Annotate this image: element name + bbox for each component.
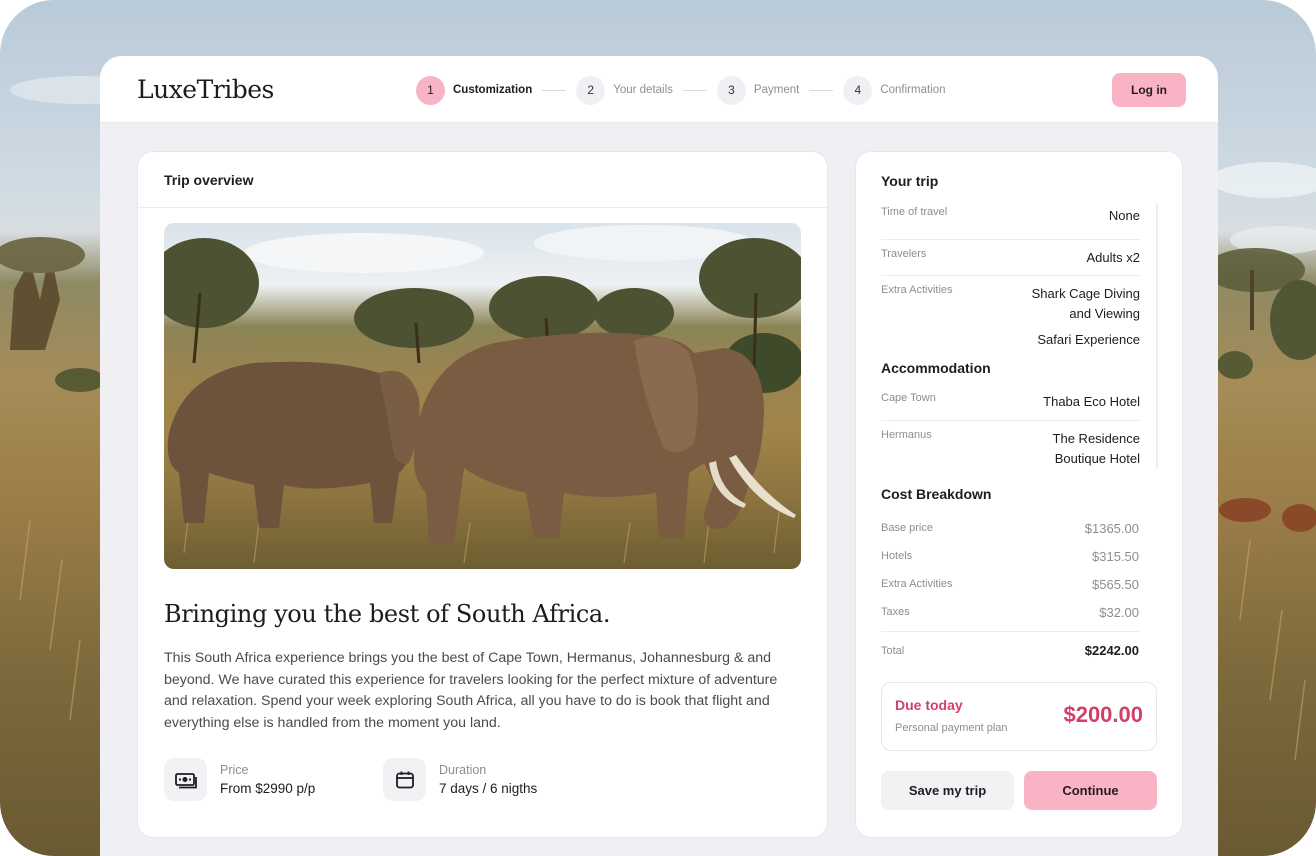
cost-value: $315.50	[1092, 548, 1139, 564]
step-connector	[542, 89, 567, 91]
step-connector	[682, 89, 707, 91]
cost-row: Taxes $32.00	[881, 598, 1139, 626]
accommodation-title: Accommodation	[881, 360, 991, 376]
scrollbar-track[interactable]	[1156, 204, 1158, 468]
accommodation-list: Cape Town Thaba Eco Hotel Hermanus The R…	[881, 385, 1140, 477]
price-info: Price From $2990 p/p	[164, 758, 315, 801]
row-value: Thaba Eco Hotel	[1043, 394, 1140, 409]
step-number: 1	[416, 75, 445, 105]
trip-description: This South Africa experience brings you …	[164, 650, 778, 731]
row-value: The Residence Boutique Hotel	[1052, 431, 1140, 466]
cost-value: $32.00	[1099, 604, 1139, 620]
cost-breakdown-title: Cost Breakdown	[881, 486, 992, 502]
continue-button[interactable]: Continue	[1024, 771, 1157, 810]
cost-label: Base price	[881, 522, 933, 534]
row-value: Adults x2	[1086, 250, 1140, 265]
row-label: Extra Activities	[881, 284, 953, 296]
list-item: Hermanus The Residence Boutique Hotel	[881, 421, 1140, 477]
app-window: LuxeTribes 1 Customization 2 Your detail…	[100, 56, 1218, 856]
row-label: Cape Town	[881, 392, 936, 404]
step-number: 4	[843, 75, 873, 105]
duration-info: Duration 7 days / 6 nigths	[383, 758, 537, 801]
row-label: Hermanus	[881, 429, 932, 441]
save-trip-button[interactable]: Save my trip	[881, 771, 1014, 810]
list-item: Time of travel None	[881, 204, 1140, 240]
activity-item: Safari Experience	[1037, 332, 1140, 347]
step-label: Confirmation	[880, 84, 946, 96]
cost-row: Hotels $315.50	[881, 542, 1139, 570]
list-item: Extra Activities Shark Cage Diving and V…	[881, 276, 1140, 356]
row-value: Shark Cage Diving and Viewing Safari Exp…	[1020, 284, 1140, 350]
trip-overview-card: Trip overview Bringing you the best of S…	[137, 151, 828, 838]
activity-item: Shark Cage Diving and Viewing	[1031, 286, 1140, 321]
total-value: $2242.00	[1084, 643, 1139, 658]
list-item: Travelers Adults x2	[881, 240, 1140, 276]
due-amount: $200.00	[1063, 702, 1143, 727]
due-today-title: Due today	[895, 697, 963, 713]
cost-label: Extra Activities	[881, 578, 953, 590]
cost-row: Base price $1365.00	[881, 514, 1139, 542]
cost-value: $565.50	[1092, 576, 1139, 592]
step-number: 2	[576, 75, 606, 105]
login-button[interactable]: Log in	[1112, 73, 1186, 107]
money-icon	[164, 758, 207, 801]
duration-value: 7 days / 6 nigths	[439, 781, 538, 796]
price-value: From $2990 p/p	[220, 781, 316, 796]
cost-breakdown-list: Base price $1365.00 Hotels $315.50 Extra…	[881, 514, 1139, 665]
top-nav-bar: LuxeTribes 1 Customization 2 Your detail…	[100, 56, 1218, 123]
trip-summary-card: Your trip Time of travel None Travelers …	[855, 151, 1183, 838]
trip-headline: Bringing you the best of South Africa.	[164, 600, 611, 628]
step-label: Payment	[753, 84, 800, 96]
due-today-box: Due today Personal payment plan $200.00	[881, 682, 1157, 751]
trip-details-list: Time of travel None Travelers Adults x2 …	[881, 204, 1140, 356]
duration-label: Duration	[439, 763, 487, 777]
total-row: Total $2242.00	[881, 631, 1139, 665]
step-customization[interactable]: 1 Customization	[416, 75, 533, 105]
calendar-icon	[383, 758, 426, 801]
cost-value: $1365.00	[1084, 520, 1139, 536]
brand-logo[interactable]: LuxeTribes	[137, 75, 274, 104]
price-label: Price	[220, 763, 249, 777]
cost-row: Extra Activities $565.50	[881, 570, 1139, 598]
step-payment[interactable]: 3 Payment	[716, 75, 800, 105]
cost-label: Taxes	[881, 606, 910, 618]
cost-label: Hotels	[881, 550, 913, 562]
row-label: Travelers	[881, 248, 927, 260]
checkout-stepper: 1 Customization 2 Your details 3 Payment…	[416, 75, 946, 105]
payment-plan-label: Personal payment plan	[895, 722, 1008, 734]
row-value: None	[1108, 208, 1140, 223]
step-your-details[interactable]: 2 Your details	[576, 75, 673, 105]
step-connector	[809, 89, 834, 91]
step-label: Customization	[453, 84, 533, 96]
list-item: Cape Town Thaba Eco Hotel	[881, 385, 1140, 421]
step-number: 3	[716, 75, 746, 105]
step-label: Your details	[613, 84, 673, 96]
elephants-photo	[164, 223, 801, 569]
your-trip-title: Your trip	[881, 173, 939, 189]
row-label: Time of travel	[881, 206, 948, 218]
total-label: Total	[881, 644, 905, 657]
card-title: Trip overview	[138, 152, 827, 208]
step-confirmation[interactable]: 4 Confirmation	[843, 75, 946, 105]
